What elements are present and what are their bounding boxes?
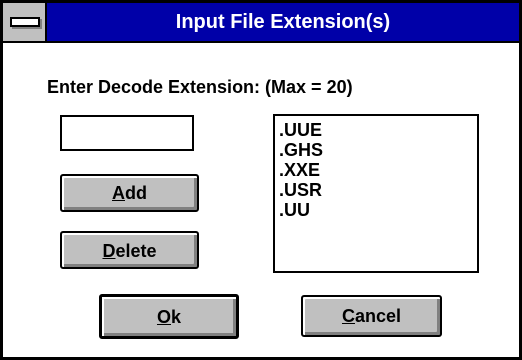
delete-button-label: elete	[115, 241, 157, 261]
ok-button[interactable]: Ok	[99, 294, 239, 339]
ok-button-accel: O	[156, 307, 171, 327]
extension-listbox[interactable]: .UUE .GHS .XXE .USR .UU	[273, 114, 479, 273]
decode-extension-prompt: Enter Decode Extension: (Max = 20)	[47, 77, 353, 97]
list-item[interactable]: .GHS	[275, 140, 477, 160]
cancel-button[interactable]: Cancel	[301, 295, 442, 337]
add-button-label: dd	[125, 183, 147, 203]
list-item[interactable]: .XXE	[275, 160, 477, 180]
list-item[interactable]: .UU	[275, 200, 477, 220]
title-bar[interactable]: Input File Extension(s)	[3, 3, 519, 43]
delete-button-accel: D	[102, 241, 116, 261]
cancel-button-label: ancel	[354, 306, 402, 326]
window-title: Input File Extension(s)	[175, 11, 391, 33]
extension-input[interactable]	[60, 115, 194, 151]
cancel-button-accel: C	[341, 306, 355, 326]
add-button-accel: A	[112, 183, 125, 203]
list-item[interactable]: .UUE	[275, 120, 477, 140]
system-menu-icon[interactable]	[3, 3, 47, 41]
system-menu-bar-icon	[10, 17, 40, 27]
delete-button[interactable]: Delete	[60, 231, 199, 269]
list-item[interactable]: .USR	[275, 180, 477, 200]
input-file-extensions-dialog: Input File Extension(s) Enter Decode Ext…	[0, 0, 522, 360]
add-button[interactable]: Add	[60, 174, 199, 212]
ok-button-label: k	[171, 307, 182, 327]
